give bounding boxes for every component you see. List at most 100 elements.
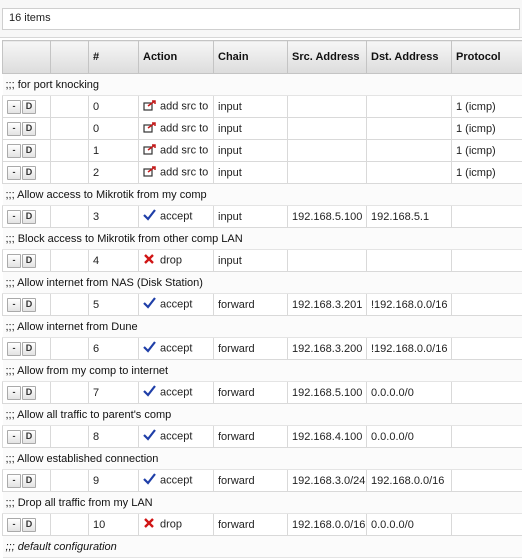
table-row[interactable]: -D6acceptforward192.168.3.200!192.168.0.… (3, 338, 522, 360)
disable-rule-button[interactable]: D (22, 254, 36, 268)
table-row[interactable]: -D3acceptinput192.168.5.100192.168.5.1 (3, 206, 522, 228)
table-row[interactable]: -D0add src toinput1 (icmp) (3, 96, 522, 118)
rule-dst-address (367, 96, 452, 118)
drop-x-icon (143, 517, 157, 532)
toolbar: 16 items (0, 0, 522, 38)
table-row[interactable]: -D10dropforward192.168.0.0/160.0.0.0/0 (3, 514, 522, 536)
remove-rule-button[interactable]: - (7, 518, 21, 532)
row-controls: -D (3, 426, 51, 448)
comment-row[interactable]: ;;; Allow access to Mikrotik from my com… (3, 184, 522, 206)
comment-row[interactable]: ;;; Allow established connection (3, 448, 522, 470)
disable-rule-button[interactable]: D (22, 122, 36, 136)
remove-rule-button[interactable]: - (7, 474, 21, 488)
table-row[interactable]: -D8acceptforward192.168.4.1000.0.0.0/0 (3, 426, 522, 448)
disable-rule-button[interactable]: D (22, 342, 36, 356)
rule-comment: ;;; Allow established connection (3, 448, 522, 470)
disable-rule-button[interactable]: D (22, 430, 36, 444)
row-flags (51, 118, 89, 140)
accept-check-icon (143, 429, 157, 444)
disable-rule-button[interactable]: D (22, 100, 36, 114)
rule-number: 6 (89, 338, 139, 360)
rule-comment: ;;; Allow all traffic to parent's comp (3, 404, 522, 426)
rule-comment: ;;; Drop all traffic from my LAN (3, 492, 522, 514)
disable-rule-button[interactable]: D (22, 386, 36, 400)
remove-rule-button[interactable]: - (7, 298, 21, 312)
table-row[interactable]: -D7acceptforward192.168.5.1000.0.0.0/0 (3, 382, 522, 404)
remove-rule-button[interactable]: - (7, 430, 21, 444)
rule-src-address: 192.168.3.0/24 (288, 470, 367, 492)
rule-chain: input (214, 250, 288, 272)
rule-dst-address: 0.0.0.0/0 (367, 514, 452, 536)
rule-protocol: 1 (icmp) (452, 162, 522, 184)
rule-action: accept (139, 294, 214, 316)
rule-chain: input (214, 118, 288, 140)
row-controls: -D (3, 140, 51, 162)
rule-action: add src to (139, 162, 214, 184)
table-row[interactable]: -D1add src toinput1 (icmp) (3, 140, 522, 162)
rule-comment: ;;; Block access to Mikrotik from other … (3, 228, 522, 250)
row-flags (51, 162, 89, 184)
column-header-controls[interactable] (3, 41, 51, 74)
rule-action-label: accept (160, 299, 192, 311)
remove-rule-button[interactable]: - (7, 166, 21, 180)
remove-rule-button[interactable]: - (7, 122, 21, 136)
column-header-dst-address[interactable]: Dst. Address (367, 41, 452, 74)
rule-dst-address (367, 250, 452, 272)
comment-row[interactable]: ;;; Drop all traffic from my LAN (3, 492, 522, 514)
rule-src-address: 192.168.5.100 (288, 206, 367, 228)
rule-number: 9 (89, 470, 139, 492)
row-controls: -D (3, 470, 51, 492)
rule-action-label: add src to (160, 167, 208, 179)
comment-row[interactable]: ;;; Allow internet from NAS (Disk Statio… (3, 272, 522, 294)
rule-src-address: 192.168.0.0/16 (288, 514, 367, 536)
column-header-flags[interactable] (51, 41, 89, 74)
rule-action-label: drop (160, 519, 182, 531)
table-row[interactable]: -D2add src toinput1 (icmp) (3, 162, 522, 184)
drop-x-icon (143, 253, 157, 268)
row-flags (51, 338, 89, 360)
comment-row[interactable]: ;;; Allow internet from Dune (3, 316, 522, 338)
column-header-protocol[interactable]: Protocol (452, 41, 522, 74)
disable-rule-button[interactable]: D (22, 144, 36, 158)
row-controls: -D (3, 162, 51, 184)
rule-protocol (452, 206, 522, 228)
table-row[interactable]: -D5acceptforward192.168.3.201!192.168.0.… (3, 294, 522, 316)
remove-rule-button[interactable]: - (7, 210, 21, 224)
accept-check-icon (143, 297, 157, 312)
column-header-number[interactable]: # (89, 41, 139, 74)
rule-action: add src to (139, 140, 214, 162)
rule-comment: ;;; for port knocking (3, 74, 522, 96)
remove-rule-button[interactable]: - (7, 144, 21, 158)
comment-row[interactable]: ;;; for port knocking (3, 74, 522, 96)
remove-rule-button[interactable]: - (7, 254, 21, 268)
comment-row[interactable]: ;;; Allow from my comp to internet (3, 360, 522, 382)
column-header-chain[interactable]: Chain (214, 41, 288, 74)
disable-rule-button[interactable]: D (22, 518, 36, 532)
rule-action: add src to (139, 118, 214, 140)
rule-dst-address (367, 162, 452, 184)
rule-src-address: 192.168.4.100 (288, 426, 367, 448)
add-src-list-icon (143, 143, 157, 158)
disable-rule-button[interactable]: D (22, 298, 36, 312)
column-header-src-address[interactable]: Src. Address (288, 41, 367, 74)
rule-protocol (452, 294, 522, 316)
column-header-action[interactable]: Action (139, 41, 214, 74)
disable-rule-button[interactable]: D (22, 166, 36, 180)
disable-rule-button[interactable]: D (22, 474, 36, 488)
remove-rule-button[interactable]: - (7, 386, 21, 400)
comment-row[interactable]: ;;; Block access to Mikrotik from other … (3, 228, 522, 250)
table-row[interactable]: -D4dropinput (3, 250, 522, 272)
comment-row[interactable]: ;;; Allow all traffic to parent's comp (3, 404, 522, 426)
remove-rule-button[interactable]: - (7, 100, 21, 114)
remove-rule-button[interactable]: - (7, 342, 21, 356)
rule-chain: input (214, 140, 288, 162)
rule-action: add src to (139, 96, 214, 118)
disable-rule-button[interactable]: D (22, 210, 36, 224)
rule-protocol (452, 250, 522, 272)
rule-action: accept (139, 338, 214, 360)
table-row[interactable]: -D9acceptforward192.168.3.0/24192.168.0.… (3, 470, 522, 492)
firewall-rules-table: # Action Chain Src. Address Dst. Address… (2, 40, 522, 558)
rule-action-label: add src to (160, 145, 208, 157)
rule-protocol (452, 338, 522, 360)
table-row[interactable]: -D0add src toinput1 (icmp) (3, 118, 522, 140)
